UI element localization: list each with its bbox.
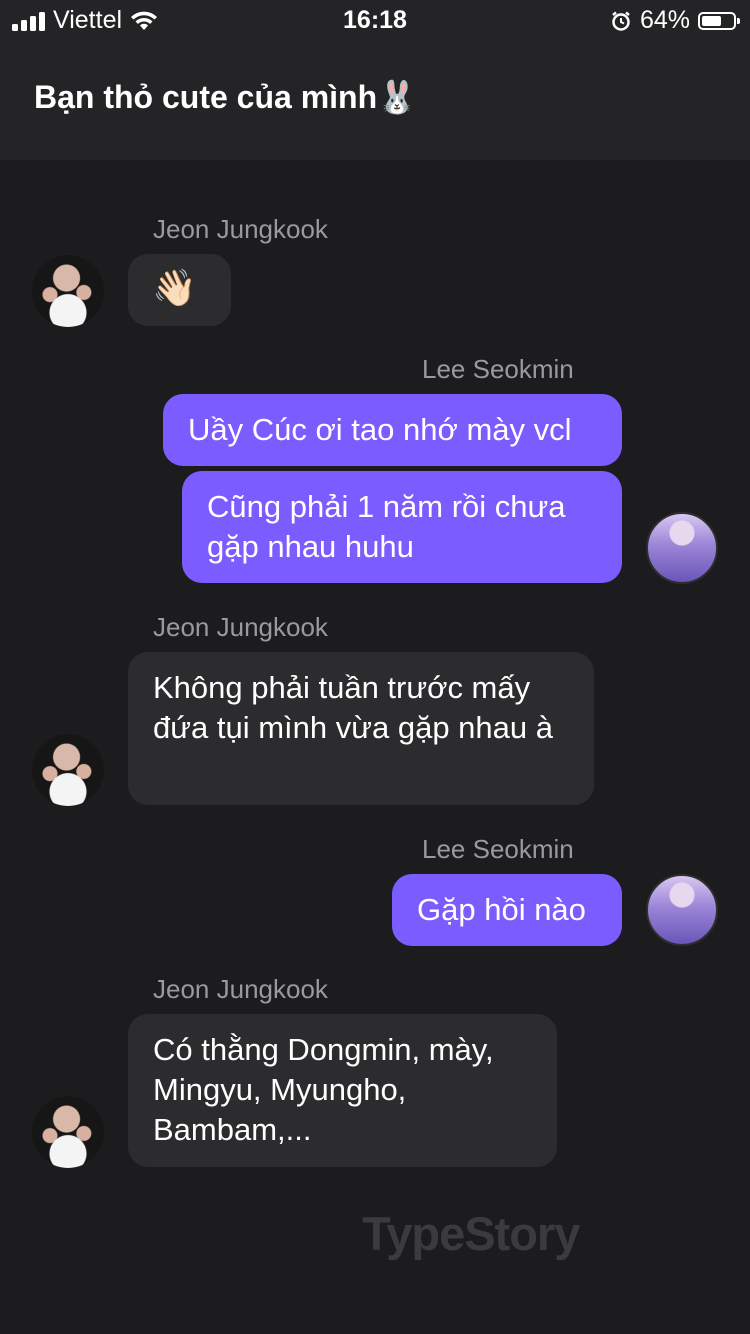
avatar-jeon-jungkook[interactable]	[32, 255, 104, 327]
status-bar: Viettel 16:18 64%	[0, 0, 750, 40]
sender-name: Jeon Jungkook	[153, 974, 328, 1004]
avatar-jeon-jungkook[interactable]	[32, 734, 104, 806]
sender-name: Jeon Jungkook	[153, 612, 328, 642]
alarm-icon	[612, 11, 630, 31]
chat-header: Bạn thỏ cute của mình🐰	[0, 40, 750, 160]
battery-icon	[698, 11, 740, 30]
message-bubble-outgoing[interactable]: Uầy Cúc ơi tao nhớ mày vcl	[163, 394, 622, 466]
message-bubble-incoming[interactable]: Có thằng Dongmin, mày, Mingyu, Myungho, …	[128, 1014, 557, 1167]
battery-level	[702, 15, 722, 26]
sender-name: Jeon Jungkook	[153, 214, 328, 244]
avatar-lee-seokmin[interactable]	[646, 512, 718, 584]
sender-name: Lee Seokmin	[422, 354, 574, 384]
message-bubble-outgoing[interactable]: Gặp hồi nào	[392, 874, 622, 946]
chat-title: Bạn thỏ cute của mình🐰	[34, 79, 417, 115]
battery-percent: 64%	[639, 6, 690, 34]
message-bubble-outgoing[interactable]: Cũng phải 1 năm rồi chưa gặp nhau huhu	[182, 471, 622, 583]
sender-name: Lee Seokmin	[422, 834, 574, 864]
avatar-jeon-jungkook[interactable]	[32, 1096, 104, 1168]
avatar-lee-seokmin[interactable]	[646, 874, 718, 946]
watermark: TypeStory	[362, 1207, 580, 1260]
message-bubble-incoming[interactable]: 👋🏻	[128, 254, 231, 326]
status-right: 64%	[610, 6, 740, 35]
message-bubble-incoming[interactable]: Không phải tuần trước mấy đứa tụi mình v…	[128, 652, 594, 805]
